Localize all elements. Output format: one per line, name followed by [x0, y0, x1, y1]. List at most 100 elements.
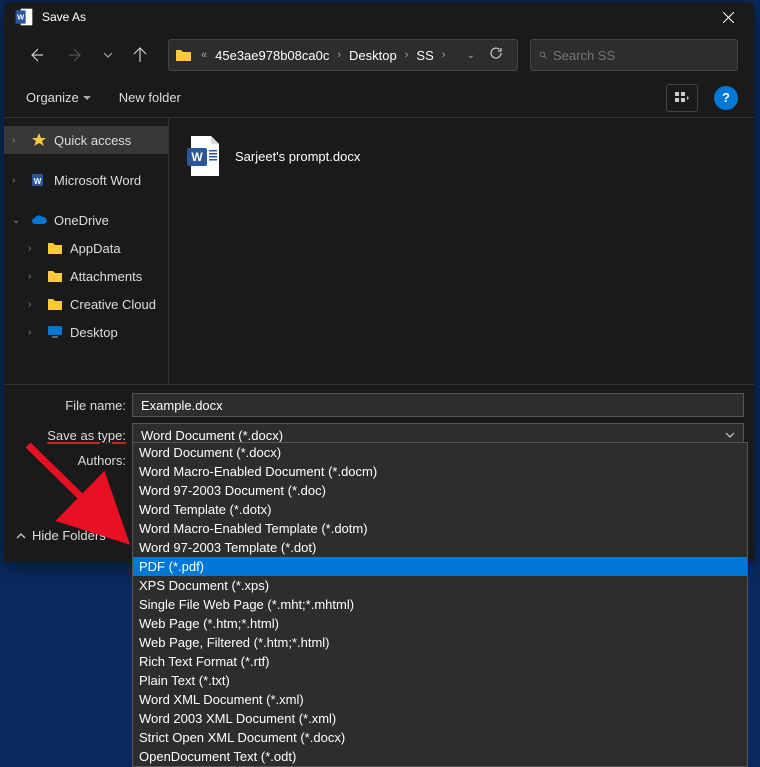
new-folder-button[interactable]: New folder — [113, 86, 187, 109]
hide-folders-button[interactable]: Hide Folders — [16, 528, 106, 543]
sidebar-item-label: Quick access — [54, 133, 131, 148]
recent-dropdown-button[interactable] — [100, 39, 116, 71]
refresh-icon — [489, 46, 503, 60]
toolbar: Organize New folder ? — [4, 78, 754, 118]
address-bar[interactable]: « 45e3ae978b08ca0c › Desktop › SS › ⌄ — [168, 39, 518, 71]
up-button[interactable] — [124, 39, 156, 71]
dropdown-option[interactable]: Word Macro-Enabled Document (*.docm) — [133, 462, 747, 481]
dropdown-option[interactable]: PDF (*.pdf) — [133, 557, 747, 576]
svg-text:W: W — [17, 13, 25, 22]
organize-label: Organize — [26, 90, 79, 105]
view-icon — [674, 91, 690, 105]
path-segment[interactable]: Desktop — [345, 46, 401, 65]
sidebar-item-label: OneDrive — [54, 213, 109, 228]
file-name-input[interactable] — [132, 393, 744, 417]
chevron-right-icon[interactable]: › — [28, 271, 40, 282]
content-area: › Quick access › W Microsoft Word ⌄ OneD… — [4, 118, 754, 384]
navigation-sidebar: › Quick access › W Microsoft Word ⌄ OneD… — [4, 118, 168, 384]
authors-label: Authors: — [4, 453, 132, 468]
dropdown-option[interactable]: Word 97-2003 Template (*.dot) — [133, 538, 747, 557]
desktop-icon — [47, 325, 63, 339]
sidebar-item-onedrive[interactable]: ⌄ OneDrive — [4, 206, 168, 234]
chevron-down-icon — [83, 94, 91, 102]
folder-icon — [47, 241, 63, 255]
chevron-right-icon: › — [337, 49, 341, 61]
chevron-down-icon[interactable]: ⌄ — [12, 215, 24, 226]
chevron-right-icon[interactable]: › — [28, 299, 40, 310]
sidebar-item-label: Microsoft Word — [54, 173, 141, 188]
dropdown-option[interactable]: Word 2003 XML Document (*.xml) — [133, 709, 747, 728]
sidebar-item-creative-cloud[interactable]: › Creative Cloud — [4, 290, 168, 318]
close-icon — [723, 12, 734, 23]
dropdown-option[interactable]: Single File Web Page (*.mht;*.mhtml) — [133, 595, 747, 614]
docx-file-icon: W — [185, 134, 225, 178]
path-segment[interactable]: SS — [412, 46, 437, 65]
path-segment[interactable]: 45e3ae978b08ca0c — [211, 46, 333, 65]
save-as-type-label: Save as type: — [4, 428, 132, 443]
search-box[interactable] — [530, 39, 738, 71]
arrow-up-icon — [132, 47, 148, 63]
svg-text:W: W — [34, 177, 42, 186]
dropdown-option[interactable]: XPS Document (*.xps) — [133, 576, 747, 595]
dropdown-option[interactable]: Rich Text Format (*.rtf) — [133, 652, 747, 671]
dropdown-option[interactable]: Word Document (*.docx) — [133, 443, 747, 462]
chevron-right-icon[interactable]: › — [12, 135, 24, 146]
sidebar-item-label: Desktop — [70, 325, 118, 340]
sidebar-item-microsoft-word[interactable]: › W Microsoft Word — [4, 166, 168, 194]
title-bar: W Save As — [4, 2, 754, 32]
cloud-icon — [31, 214, 47, 226]
chevron-right-icon: › — [442, 49, 446, 61]
dropdown-option[interactable]: OpenDocument Text (*.odt) — [133, 747, 747, 766]
save-as-type-dropdown[interactable]: Word Document (*.docx)Word Macro-Enabled… — [132, 442, 748, 767]
view-options-button[interactable] — [666, 84, 698, 112]
word-app-icon: W — [14, 7, 34, 27]
path-history-dropdown[interactable]: ⌄ — [461, 50, 481, 61]
chevron-down-icon — [725, 430, 735, 440]
save-as-type-value: Word Document (*.docx) — [141, 428, 283, 443]
sidebar-item-appdata[interactable]: › AppData — [4, 234, 168, 262]
help-button[interactable]: ? — [714, 86, 738, 110]
folder-icon — [175, 47, 193, 63]
dropdown-option[interactable]: Word Template (*.dotx) — [133, 500, 747, 519]
folder-icon — [47, 269, 63, 283]
back-button[interactable] — [20, 39, 52, 71]
dropdown-option[interactable]: Plain Text (*.txt) — [133, 671, 747, 690]
sidebar-item-label: Creative Cloud — [70, 297, 156, 312]
help-icon: ? — [722, 90, 730, 105]
arrow-left-icon — [28, 47, 44, 63]
file-list[interactable]: W Sarjeet's prompt.docx — [169, 118, 754, 384]
chevron-right-icon[interactable]: › — [12, 175, 24, 186]
search-icon — [539, 48, 547, 62]
sidebar-item-quick-access[interactable]: › Quick access — [4, 126, 168, 154]
hide-folders-label: Hide Folders — [32, 528, 106, 543]
chevron-right-icon[interactable]: › — [28, 327, 40, 338]
chevron-right-icon[interactable]: › — [28, 243, 40, 254]
path-prefix: « — [201, 49, 207, 61]
dialog-title: Save As — [42, 10, 706, 24]
dropdown-option[interactable]: Word XML Document (*.xml) — [133, 690, 747, 709]
arrow-right-icon — [68, 47, 84, 63]
file-name-label: File name: — [4, 398, 132, 413]
dropdown-option[interactable]: Word 97-2003 Document (*.doc) — [133, 481, 747, 500]
forward-button[interactable] — [60, 39, 92, 71]
refresh-button[interactable] — [481, 46, 511, 65]
chevron-right-icon: › — [405, 49, 409, 61]
search-input[interactable] — [553, 48, 729, 63]
sidebar-item-desktop[interactable]: › Desktop — [4, 318, 168, 346]
chevron-up-icon — [16, 531, 26, 541]
file-item[interactable]: W Sarjeet's prompt.docx — [181, 130, 364, 182]
navigation-bar: « 45e3ae978b08ca0c › Desktop › SS › ⌄ — [4, 32, 754, 78]
sidebar-item-attachments[interactable]: › Attachments — [4, 262, 168, 290]
word-icon: W — [31, 172, 47, 188]
file-name-label: Sarjeet's prompt.docx — [235, 149, 360, 164]
dropdown-option[interactable]: Web Page (*.htm;*.html) — [133, 614, 747, 633]
folder-icon — [47, 297, 63, 311]
svg-text:W: W — [191, 150, 203, 164]
star-icon — [31, 132, 47, 148]
close-button[interactable] — [706, 2, 750, 32]
organize-button[interactable]: Organize — [20, 86, 97, 109]
chevron-down-icon — [103, 50, 113, 60]
dropdown-option[interactable]: Web Page, Filtered (*.htm;*.html) — [133, 633, 747, 652]
dropdown-option[interactable]: Word Macro-Enabled Template (*.dotm) — [133, 519, 747, 538]
sidebar-item-label: AppData — [70, 241, 121, 256]
